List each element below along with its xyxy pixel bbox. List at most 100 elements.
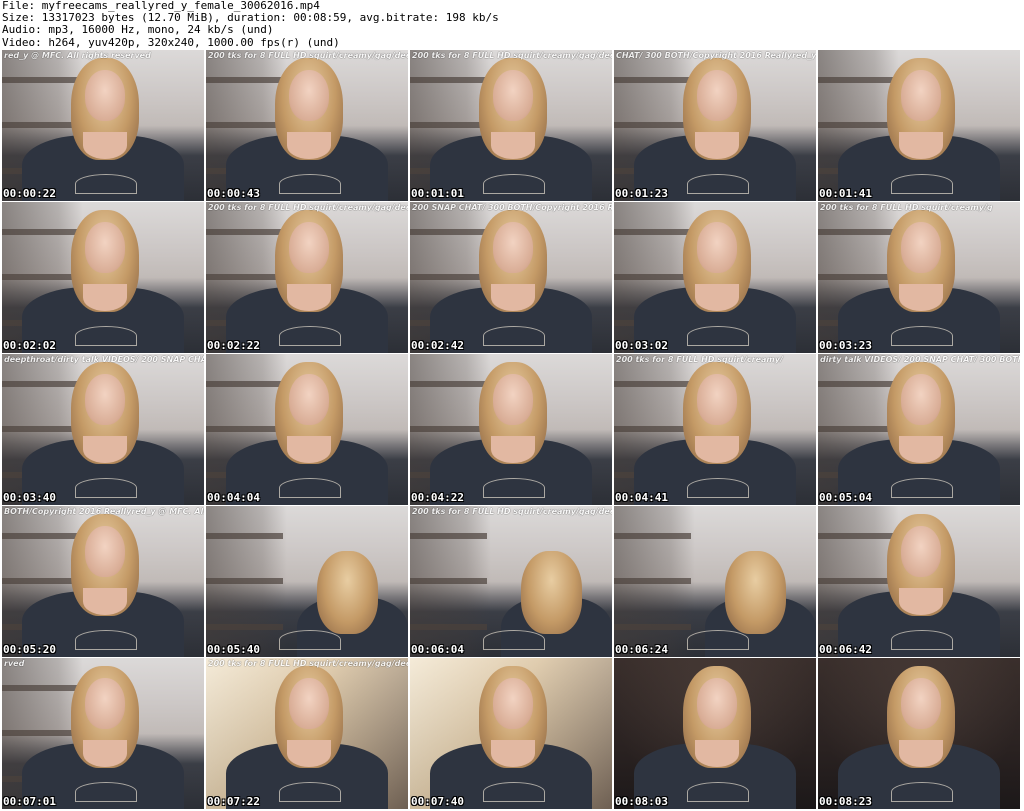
shirt-logo [74,325,138,346]
person-face [288,677,330,729]
timestamp-label: 00:01:23 [615,187,668,200]
timestamp-label: 00:07:40 [411,795,464,808]
person-neck [490,739,536,767]
video-thumbnail: CHAT/ 300 BOTH/Copyright 2016 Reallyred_… [614,50,816,201]
person-face [84,525,126,577]
person-neck [286,283,332,311]
shelf [2,77,79,84]
shelf [410,229,487,236]
timestamp-label: 00:08:03 [615,795,668,808]
shelf [206,122,283,129]
video-thumbnail: red_y @ MFC. All rights reserved 00:00:22 [2,50,204,201]
person-neck [694,131,740,159]
person-neck [82,587,128,615]
shelf [206,77,283,84]
person-face [84,373,126,425]
video-thumbnail: 200 tks for 8 FULL HD squirt/creamy/gag/… [410,506,612,657]
timestamp-label: 00:04:04 [207,491,260,504]
timestamp-label: 00:07:01 [3,795,56,808]
shelf [614,77,691,84]
shirt-logo [890,173,954,194]
video-thumbnail: 200 tks for 8 FULL HD squirt/creamy/gag/… [206,658,408,809]
video-thumbnail: 00:02:02 [2,202,204,353]
shirt-logo [482,629,546,650]
shelf [614,122,691,129]
timestamp-label: 00:06:42 [819,643,872,656]
shelf [818,426,895,433]
shelf [206,533,283,540]
person-neck [898,587,944,615]
timestamp-label: 00:06:04 [411,643,464,656]
video-thumbnail: 00:08:23 [818,658,1020,809]
shirt-logo [278,629,342,650]
shelf [206,578,283,585]
video-thumbnail: 200 tks for 8 FULL HD squirt/creamy/gag/… [206,202,408,353]
video-thumbnail: 00:04:04 [206,354,408,505]
thumbnail-grid: red_y @ MFC. All rights reserved 00:00:22… [2,50,1022,810]
video-line: Video: h264, yuv420p, 320x240, 1000.00 f… [2,35,340,49]
person-face [84,221,126,273]
shelf [410,533,487,540]
person-neck [898,739,944,767]
timestamp-label: 00:03:23 [819,339,872,352]
video-thumbnail: 200 SNAP CHAT/ 300 BOTH/Copyright 2016 R… [410,202,612,353]
shelf [410,381,487,388]
shelf [206,623,283,630]
person-face [84,677,126,729]
shelf [410,426,487,433]
shirt-logo [482,477,546,498]
timestamp-label: 00:05:40 [207,643,260,656]
person-neck [82,283,128,311]
shelf [614,578,691,585]
shirt-logo [686,477,750,498]
video-thumbnail: BOTH/Copyright 2016 Reallyred_y @ MFC. A… [2,506,204,657]
video-thumbnail: 00:08:03 [614,658,816,809]
shelf [2,229,79,236]
shelf [818,274,895,281]
person-face [696,373,738,425]
shelf [410,122,487,129]
shirt-logo [278,325,342,346]
person-neck [490,131,536,159]
person-hair [317,551,378,635]
shirt-logo [74,629,138,650]
shelf [614,426,691,433]
person-neck [286,435,332,463]
person-neck [82,435,128,463]
shelf [614,533,691,540]
person-hair [725,551,786,635]
timestamp-label: 00:05:04 [819,491,872,504]
timestamp-label: 00:01:01 [411,187,464,200]
video-thumbnail: 200 tks for 8 FULL HD squirt/creamy/00:0… [614,354,816,505]
shirt-logo [278,173,342,194]
video-thumbnail: dirty talk VIDEOS/ 200 SNAP CHAT/ 300 BO… [818,354,1020,505]
person-neck [898,283,944,311]
shelf [614,623,691,630]
video-thumbnail: 00:01:41 [818,50,1020,201]
shirt-logo [686,629,750,650]
shelf [818,229,895,236]
timestamp-label: 00:05:20 [3,643,56,656]
watermark-text: 200 tks for 8 FULL HD squirt/creamy/g [820,203,993,212]
timestamp-label: 00:07:22 [207,795,260,808]
person-face [492,69,534,121]
watermark-text: 200 tks for 8 FULL HD squirt/creamy/ [616,355,783,364]
shelf [2,578,79,585]
video-thumbnail: 200 tks for 8 FULL HD squirt/creamy/g 00:… [818,202,1020,353]
person-face [900,677,942,729]
shirt-logo [890,477,954,498]
person-face [492,373,534,425]
video-thumbnail: deepthroat/dirty talk VIDEOS/ 200 SNAP C… [2,354,204,505]
timestamp-label: 00:04:22 [411,491,464,504]
media-info-header: File: myfreecams_reallyred_y_female_3006… [0,0,1024,50]
shelf [2,685,79,692]
watermark-text: rved [4,659,25,668]
person-neck [694,283,740,311]
person-neck [286,131,332,159]
person-face [696,677,738,729]
shelf [206,381,283,388]
watermark-text: CHAT/ 300 BOTH/Copyright 2016 Reallyred_… [616,51,816,60]
person-face [492,677,534,729]
person-neck [694,435,740,463]
watermark-text: 200 tks for 8 FULL HD squirt/creamy/gag/… [208,203,408,212]
